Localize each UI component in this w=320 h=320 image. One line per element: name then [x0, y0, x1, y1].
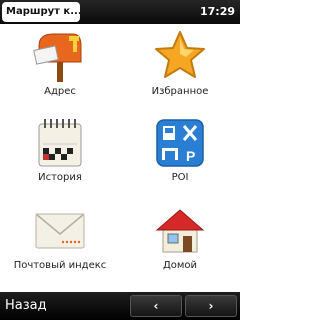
house-icon: [155, 209, 205, 253]
next-page-button[interactable]: ›: [185, 295, 237, 317]
clock: 17:29: [199, 5, 235, 18]
bottom-bar: Назад ‹ ›: [0, 292, 240, 320]
menu-item-history[interactable]: История: [0, 110, 120, 194]
status-bar: Маршрут к... 17:29: [0, 0, 240, 24]
menu-label: История: [38, 172, 82, 183]
mailbox-icon: [33, 33, 82, 82]
poi-icon: P: [156, 119, 204, 167]
back-button[interactable]: Назад: [5, 292, 47, 320]
svg-text:P: P: [186, 148, 195, 164]
menu-item-postcode[interactable]: Почтовый индекс: [0, 198, 120, 282]
prev-page-button[interactable]: ‹: [130, 295, 182, 317]
window-title[interactable]: Маршрут к...: [2, 2, 80, 22]
star-icon: [155, 31, 205, 78]
menu-label: Почтовый индекс: [13, 260, 107, 271]
menu-item-favorites[interactable]: Избранное: [120, 24, 240, 108]
menu-item-poi[interactable]: P POI: [120, 110, 240, 194]
envelope-icon: [35, 213, 85, 249]
calendar-flag-icon: [38, 119, 82, 167]
menu-label: Домой: [162, 260, 198, 271]
menu-label: Адрес: [44, 86, 76, 97]
menu-label: POI: [171, 172, 189, 183]
menu-label: Избранное: [151, 86, 209, 97]
menu-item-address[interactable]: Адрес: [0, 24, 120, 108]
menu-item-home[interactable]: Домой: [120, 198, 240, 282]
